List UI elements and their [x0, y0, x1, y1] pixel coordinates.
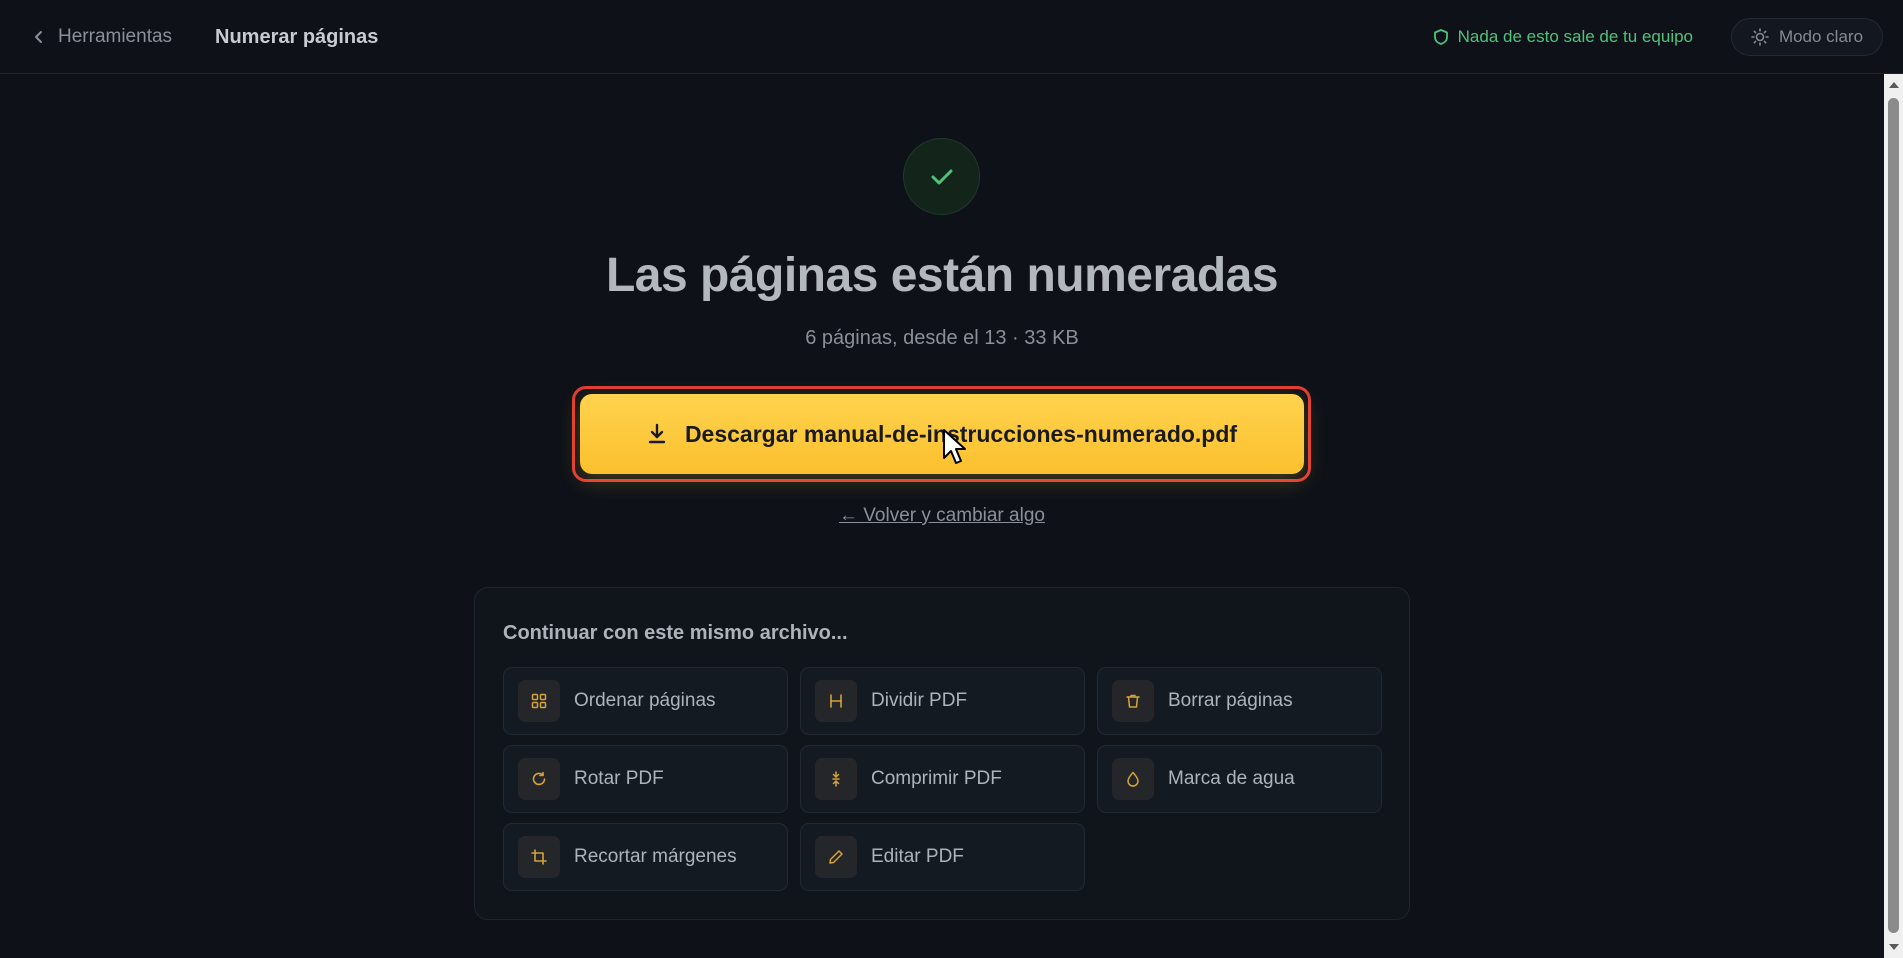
continue-panel: Continuar con este mismo archivo... Orde…	[474, 587, 1410, 920]
chevron-left-icon	[35, 31, 42, 43]
droplet-icon	[1112, 758, 1154, 800]
pencil-icon	[815, 836, 857, 878]
tool-label: Ordenar páginas	[574, 690, 716, 711]
rotate-icon	[518, 758, 560, 800]
tool-label: Editar PDF	[871, 846, 964, 867]
light-mode-button[interactable]: Modo claro	[1731, 18, 1883, 56]
tool-label: Dividir PDF	[871, 690, 968, 711]
page-scrollbar[interactable]	[1884, 74, 1903, 958]
result-headline: Las páginas están numeradas	[605, 249, 1279, 302]
tool-label: Recortar márgenes	[574, 846, 737, 867]
go-back-and-edit-link[interactable]: ← Volver y cambiar algo	[839, 505, 1045, 526]
tool-crop-margins[interactable]: Recortar márgenes	[503, 823, 788, 891]
success-badge	[903, 138, 980, 215]
download-icon	[648, 423, 666, 444]
result-summary: 6 páginas, desde el 13 · 33 KB	[805, 327, 1079, 349]
shield-icon	[1433, 29, 1448, 45]
tool-label: Borrar páginas	[1168, 690, 1293, 711]
tool-delete-pages[interactable]: Borrar páginas	[1097, 667, 1382, 735]
check-icon	[931, 169, 952, 184]
privacy-notice: Nada de esto sale de tu equipo	[1433, 22, 1693, 52]
tool-compress-pdf[interactable]: Comprimir PDF	[800, 745, 1085, 813]
page-title: Numerar páginas	[215, 25, 379, 48]
continue-title: Continuar con este mismo archivo...	[503, 622, 848, 644]
back-label: Herramientas	[58, 26, 173, 47]
trash-icon	[1112, 680, 1154, 722]
top-bar: Herramientas Numerar páginas Nada de est…	[0, 0, 1903, 74]
tool-watermark[interactable]: Marca de agua	[1097, 745, 1382, 813]
tool-label: Marca de agua	[1168, 768, 1295, 789]
tool-edit-pdf[interactable]: Editar PDF	[800, 823, 1085, 891]
scroll-down-icon[interactable]	[1889, 944, 1899, 950]
go-back-link-wrapper: ← Volver y cambiar algo	[0, 505, 1884, 527]
sun-icon	[1751, 28, 1769, 46]
grid-icon	[518, 680, 560, 722]
light-mode-label: Modo claro	[1778, 27, 1864, 46]
tool-split-pdf[interactable]: Dividir PDF	[800, 667, 1085, 735]
split-icon	[815, 680, 857, 722]
compress-icon	[815, 758, 857, 800]
tool-label: Comprimir PDF	[871, 768, 1002, 789]
crop-icon	[518, 836, 560, 878]
mouse-pointer-icon	[943, 429, 966, 464]
tool-label: Rotar PDF	[574, 768, 664, 789]
privacy-text: Nada de esto sale de tu equipo	[1457, 27, 1693, 46]
scroll-up-icon[interactable]	[1889, 82, 1899, 88]
scrollbar-thumb[interactable]	[1888, 98, 1899, 933]
tool-rotate-pdf[interactable]: Rotar PDF	[503, 745, 788, 813]
tool-sort-pages[interactable]: Ordenar páginas	[503, 667, 788, 735]
back-to-tools-link[interactable]: Herramientas	[34, 22, 172, 52]
